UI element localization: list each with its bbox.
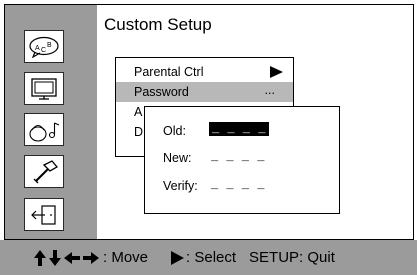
menu-item-password[interactable]: Password ...	[116, 82, 293, 102]
left-arrow-icon	[64, 251, 80, 264]
page-title: Custom Setup	[104, 15, 212, 34]
new-password-label: New:	[163, 151, 192, 165]
language-icon: A C B	[28, 36, 60, 58]
menu-item-label: Password	[134, 85, 189, 99]
right-arrow-icon	[83, 251, 99, 264]
svg-text:B: B	[47, 42, 52, 49]
direction-arrows	[33, 249, 101, 267]
language-button[interactable]: A C B	[24, 30, 64, 63]
password-dialog: Old: _ _ _ _ New: _ _ _ _ Verify: _ _ _ …	[144, 106, 340, 214]
menu-item-label: Parental Ctrl	[134, 65, 204, 79]
menu-item-parental-ctrl[interactable]: Parental Ctrl	[116, 62, 293, 82]
menu-item-label: D	[134, 125, 144, 139]
play-select-icon	[170, 250, 185, 266]
audio-button[interactable]	[24, 113, 64, 146]
setup-window: A C B Custom Setup Parental Ctrl Passwor…	[4, 4, 414, 240]
exit-icon	[29, 203, 59, 227]
old-password-label: Old:	[163, 124, 186, 138]
ellipsis-indicator: ...	[264, 83, 275, 97]
verify-password-label: Verify:	[163, 179, 198, 193]
exit-button[interactable]	[24, 198, 64, 231]
old-password-field[interactable]: _ _ _ _	[209, 122, 269, 136]
menu-item-label: A	[134, 105, 143, 119]
footer-help-bar: : Move : Select SETUP: Quit	[0, 240, 417, 275]
right-arrow-icon	[270, 66, 283, 78]
setup-tools-button[interactable]	[24, 155, 64, 188]
audio-icon	[27, 117, 61, 143]
move-hint: : Move	[103, 249, 149, 266]
svg-text:C: C	[41, 47, 46, 54]
select-hint: : Select	[186, 249, 237, 266]
setup-tools-icon	[28, 159, 60, 185]
display-button[interactable]	[24, 72, 64, 105]
verify-password-field[interactable]: _ _ _ _	[211, 178, 265, 192]
quit-hint: SETUP: Quit	[249, 249, 335, 266]
display-icon	[29, 77, 59, 101]
sidebar: A C B	[5, 5, 97, 239]
down-arrow-icon	[49, 249, 61, 266]
svg-text:A: A	[35, 45, 40, 52]
new-password-field[interactable]: _ _ _ _	[211, 150, 265, 164]
up-arrow-icon	[34, 249, 46, 266]
